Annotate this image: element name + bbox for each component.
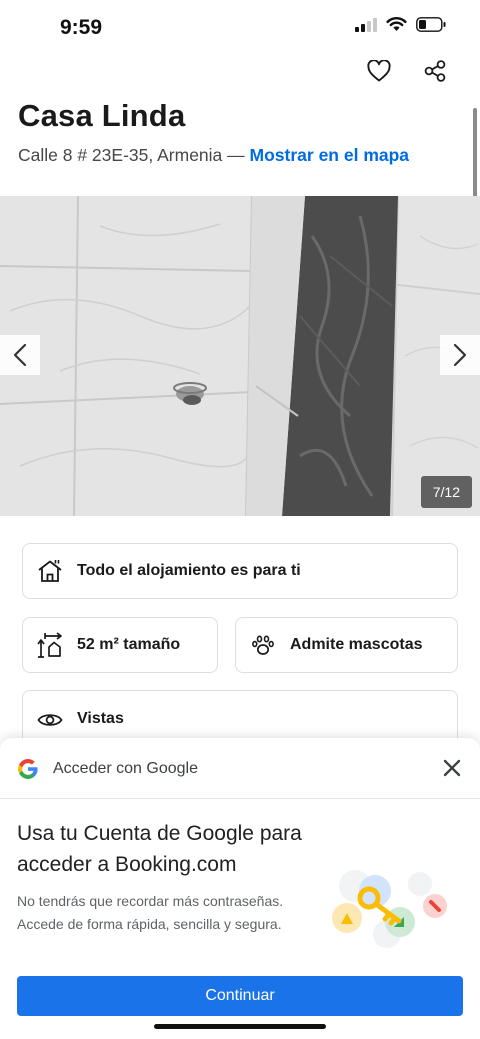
google-signin-header: Acceder con Google <box>0 738 480 799</box>
address-separator: — <box>222 145 250 165</box>
top-actions <box>364 56 450 86</box>
photo-counter: 7/12 <box>420 476 472 508</box>
property-address: Calle 8 # 23E-35, Armenia <box>18 145 223 165</box>
chevron-right-icon <box>453 343 467 367</box>
show-on-map-link[interactable]: Mostrar en el mapa <box>250 145 410 165</box>
house-icon <box>37 558 63 584</box>
google-signin-heading: Usa tu Cuenta de Google para acceder a B… <box>17 822 302 876</box>
gallery-next-button[interactable] <box>440 335 480 375</box>
google-signin-title: Acceder con Google <box>53 760 198 777</box>
google-signin-sheet: Acceder con Google Usa tu Cuenta de Goog… <box>0 738 480 1039</box>
home-indicator[interactable] <box>154 1024 326 1029</box>
eye-icon <box>37 707 63 733</box>
paw-icon <box>250 632 276 658</box>
chevron-left-icon <box>13 343 27 367</box>
gallery-photo <box>0 196 480 516</box>
property-title: Casa Linda <box>18 98 186 133</box>
close-icon[interactable] <box>440 756 464 780</box>
heart-icon[interactable] <box>364 56 394 86</box>
continue-button[interactable]: Continuar <box>17 976 463 1016</box>
wifi-icon <box>386 17 407 37</box>
signal-icon <box>355 17 377 37</box>
share-icon[interactable] <box>420 56 450 86</box>
battery-low-icon <box>416 17 446 37</box>
google-g-icon <box>17 758 39 785</box>
status-icons <box>355 17 446 37</box>
photo-gallery[interactable]: 7/12 <box>0 196 480 516</box>
size-icon <box>37 632 63 658</box>
status-bar: 9:59 <box>0 0 480 58</box>
highlight-size[interactable]: 52 m² tamaño <box>22 617 218 673</box>
key-illustration <box>332 870 447 948</box>
google-signin-description: No tendrás que recordar más contraseñas.… <box>17 893 284 932</box>
highlight-label: 52 m² tamaño <box>77 636 181 653</box>
highlight-entire-place[interactable]: Todo el alojamiento es para ti <box>22 543 458 599</box>
address-line: Calle 8 # 23E-35, Armenia — Mostrar en e… <box>18 145 409 166</box>
highlight-pets[interactable]: Admite mascotas <box>235 617 458 673</box>
highlight-label: Vistas <box>77 710 124 727</box>
status-time: 9:59 <box>60 16 103 39</box>
highlight-label: Admite mascotas <box>290 636 423 653</box>
gallery-prev-button[interactable] <box>0 335 40 375</box>
highlight-label: Todo el alojamiento es para ti <box>77 562 301 579</box>
